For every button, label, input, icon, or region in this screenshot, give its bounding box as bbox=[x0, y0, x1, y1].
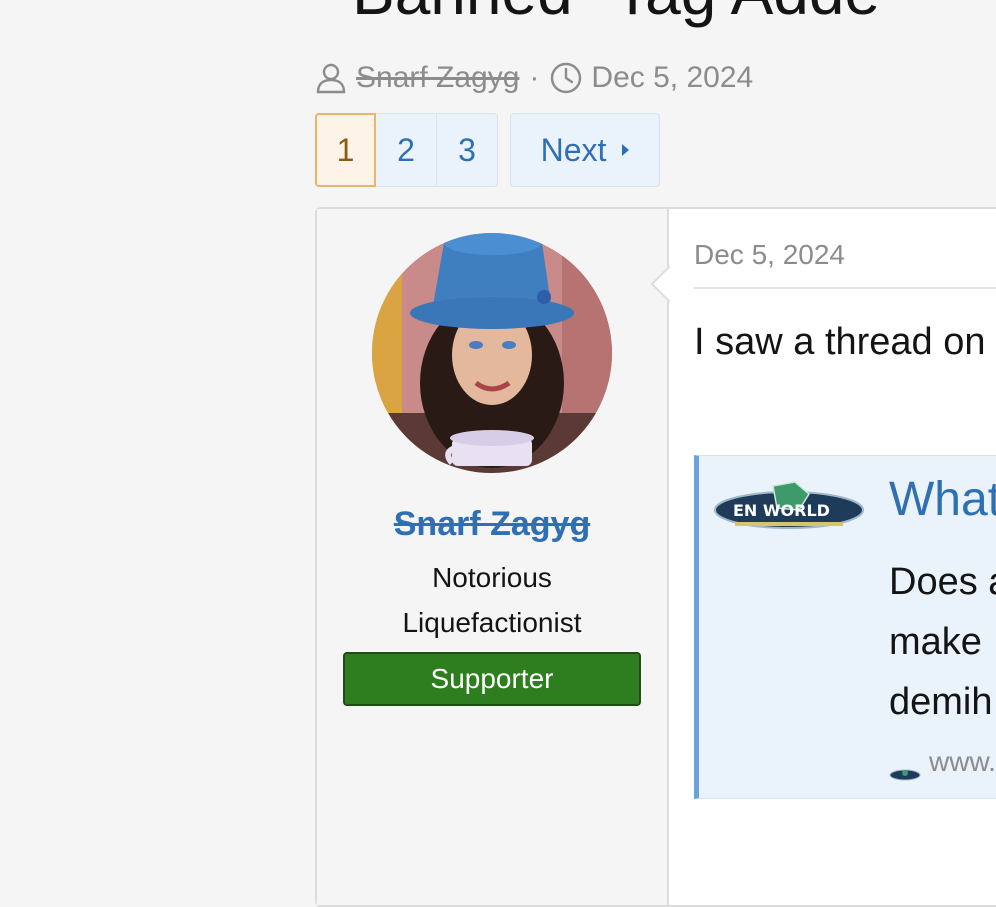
thread-author-link[interactable]: Snarf Zagyg bbox=[356, 61, 519, 95]
thread-meta: Snarf Zagyg · Dec 5, 2024 bbox=[314, 58, 753, 98]
post-header-divider bbox=[694, 287, 996, 289]
post-date-link[interactable]: Dec 5, 2024 bbox=[694, 239, 845, 271]
next-page-button[interactable]: Next bbox=[510, 113, 660, 187]
embed-snippet-line-1: Does a bbox=[889, 561, 996, 603]
embed-source-url: www. bbox=[929, 746, 996, 777]
user-title: Notorious Liquefactionist bbox=[317, 555, 667, 645]
embed-title-link[interactable]: What bbox=[889, 472, 996, 527]
user-title-line-1: Notorious bbox=[432, 562, 552, 593]
avatar[interactable] bbox=[372, 233, 612, 473]
caret-right-icon bbox=[622, 144, 630, 156]
embed-snippet-line-3: demih bbox=[889, 681, 993, 723]
page-number-group: 1 2 3 bbox=[315, 113, 498, 187]
post-user-cell: Snarf Zagyg Notorious Liquefactionist Su… bbox=[317, 209, 688, 905]
post: Snarf Zagyg Notorious Liquefactionist Su… bbox=[315, 207, 996, 907]
site-favicon-icon bbox=[889, 756, 921, 781]
post-body-text: I saw a thread on bbox=[694, 321, 986, 363]
embed-source[interactable]: www. bbox=[889, 746, 996, 781]
supporter-banner: Supporter bbox=[343, 652, 641, 706]
user-icon bbox=[314, 61, 348, 95]
pagination: 1 2 3 Next bbox=[315, 113, 660, 187]
page-1-button[interactable]: 1 bbox=[315, 113, 376, 187]
page-2-button[interactable]: 2 bbox=[376, 113, 437, 187]
clock-icon bbox=[549, 61, 583, 95]
post-username-link[interactable]: Snarf Zagyg bbox=[317, 505, 667, 544]
thread-date[interactable]: Dec 5, 2024 bbox=[591, 61, 753, 95]
en-world-logo: EN WORLD bbox=[713, 480, 865, 534]
embed-snippet-line-2: make bbox=[889, 621, 982, 663]
page-title: Banned "Tag Adde bbox=[352, 0, 880, 29]
link-preview-embed[interactable]: EN WORLD What Does a make demih www. bbox=[694, 455, 996, 799]
user-title-line-2: Liquefactionist bbox=[402, 607, 582, 638]
meta-separator: · bbox=[529, 61, 540, 94]
embed-snippet: Does a make demih bbox=[889, 552, 996, 732]
logo-text: EN WORLD bbox=[733, 501, 830, 520]
post-main-cell: Dec 5, 2024 I saw a thread on EN WORLD W… bbox=[669, 209, 996, 905]
next-label: Next bbox=[540, 131, 607, 168]
page-3-button[interactable]: 3 bbox=[437, 113, 498, 187]
